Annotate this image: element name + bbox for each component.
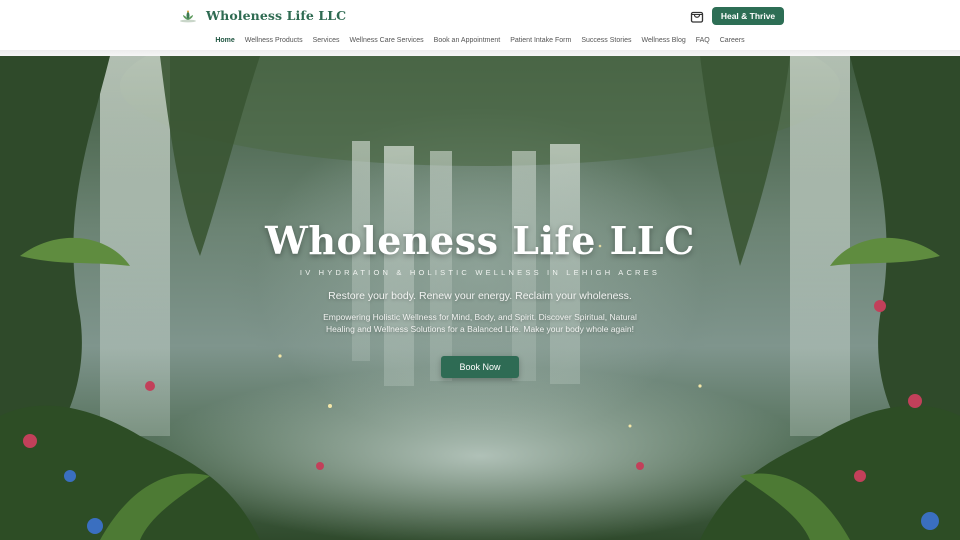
nav-item-home[interactable]: Home <box>215 36 234 46</box>
nav-item-wellness-blog[interactable]: Wellness Blog <box>642 36 686 46</box>
site-header: Wholeness Life LLC Home Wellness Product… <box>0 0 960 50</box>
shopping-bag-icon[interactable] <box>689 8 705 24</box>
book-now-button[interactable]: Book Now <box>441 356 519 378</box>
nav-item-book-appointment[interactable]: Book an Appointment <box>434 36 501 46</box>
nav-item-careers[interactable]: Careers <box>720 36 745 46</box>
nav-item-faq[interactable]: FAQ <box>696 36 710 46</box>
nav-item-services[interactable]: Services <box>313 36 340 46</box>
hero-lead-text: Restore your body. Renew your energy. Re… <box>328 290 632 302</box>
nav-item-wellness-care-services[interactable]: Wellness Care Services <box>349 36 423 46</box>
nav-item-patient-intake-form[interactable]: Patient Intake Form <box>510 36 571 46</box>
hero-title: Wholeness Life LLC <box>265 218 695 263</box>
nav-item-success-stories[interactable]: Success Stories <box>581 36 631 46</box>
main-nav: Home Wellness Products Services Wellness… <box>0 36 960 46</box>
heal-thrive-button[interactable]: Heal & Thrive <box>712 7 784 25</box>
hero-description: Empowering Holistic Wellness for Mind, B… <box>323 312 637 334</box>
nav-item-wellness-products[interactable]: Wellness Products <box>245 36 303 46</box>
hero-tagline: IV HYDRATION & HOLISTIC WELLNESS IN LEHI… <box>299 268 661 277</box>
header-divider <box>0 50 960 56</box>
leaf-logo-icon[interactable] <box>179 9 197 23</box>
brand-name[interactable]: Wholeness Life LLC <box>206 8 346 23</box>
